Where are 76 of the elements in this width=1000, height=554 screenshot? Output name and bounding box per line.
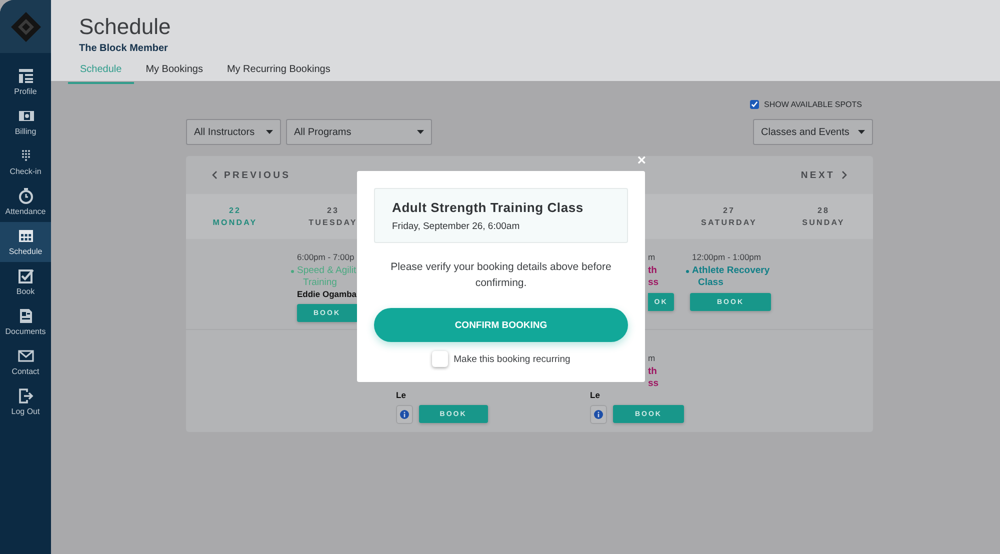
sidebar-label: Book — [16, 287, 35, 296]
sidebar-item[interactable]: Schedule — [0, 222, 51, 262]
envelope-icon — [18, 348, 34, 364]
sidebar-item[interactable]: Contact — [0, 342, 51, 382]
event-title[interactable]: ss — [648, 277, 659, 289]
sidebar-label: Profile — [14, 87, 37, 96]
instructor-name: Le — [590, 390, 600, 401]
class-time: Friday, September 26, 6:00am — [392, 221, 520, 232]
info-icon — [400, 410, 409, 419]
sidebar-item[interactable]: Book — [0, 262, 51, 302]
checkbox-icon — [18, 268, 34, 284]
event-title[interactable]: Class — [698, 277, 724, 289]
caret-icon — [417, 130, 424, 134]
logo-icon — [10, 10, 42, 42]
page-title: Schedule — [79, 14, 171, 40]
info-button[interactable] — [590, 405, 607, 424]
confirm-booking-button[interactable]: CONFIRM BOOKING — [374, 308, 628, 342]
checkbox[interactable] — [432, 351, 448, 367]
caret-icon — [858, 130, 865, 134]
sidebar-item[interactable]: Check-in — [0, 142, 51, 182]
instructor-name: Eddie Ogamba — [297, 289, 357, 300]
day-name: SATURDAY — [701, 218, 757, 227]
day-name: MONDAY — [212, 218, 258, 227]
sidebar-label: Attendance — [5, 207, 46, 216]
dropdown[interactable]: All Programs — [286, 119, 432, 145]
caret-icon — [266, 130, 273, 134]
day-date: 28 — [817, 206, 830, 215]
dropdown[interactable]: All Instructors — [186, 119, 281, 145]
dropdown[interactable]: Classes and Events — [753, 119, 873, 145]
sidebar-label: Documents — [5, 327, 46, 336]
check-icon — [751, 100, 758, 108]
sidebar-item[interactable]: Profile — [0, 62, 51, 102]
calendar-icon — [18, 228, 34, 244]
tab[interactable]: Schedule — [68, 59, 134, 84]
day-date: 27 — [722, 206, 736, 215]
checkbox-label: Make this booking recurring — [454, 354, 570, 364]
instructor-name: Le — [396, 390, 406, 401]
event-time: m — [648, 352, 656, 364]
sidebar-item[interactable]: Log Out — [0, 382, 51, 422]
chevron-right-icon — [842, 171, 847, 179]
chevron-left-icon — [212, 171, 217, 179]
event-title[interactable]: th — [648, 265, 657, 277]
sidebar-label: Check-in — [10, 167, 42, 176]
day-date: 23 — [326, 206, 340, 215]
sidebar-item[interactable]: Attendance — [0, 182, 51, 222]
stopwatch-icon — [18, 188, 34, 204]
tab[interactable]: My Bookings — [134, 59, 215, 84]
checkbox[interactable] — [750, 100, 760, 108]
next-button[interactable]: NEXT — [800, 170, 847, 180]
sidebar-label: Contact — [12, 367, 40, 376]
event-title[interactable]: Athlete Recovery — [692, 265, 770, 277]
previous-button[interactable]: PREVIOUS — [212, 170, 291, 180]
sidebar-label: Billing — [14, 127, 36, 136]
logout-icon — [18, 388, 34, 404]
day-date: 22 — [228, 206, 242, 215]
tab[interactable]: My Recurring Bookings — [214, 59, 342, 84]
day-name: SUNDAY — [802, 218, 845, 227]
class-title: Adult Strength Training Class — [392, 200, 584, 215]
sidebar-label: Schedule — [8, 247, 42, 256]
banknote-icon — [18, 108, 34, 124]
event-title[interactable]: th — [648, 366, 657, 378]
event-time: m — [648, 251, 656, 263]
page-subtitle: The Block Member — [79, 43, 168, 54]
confirmation-message: Please verify your booking details above before confirming. — [390, 260, 612, 291]
info-button[interactable] — [396, 405, 413, 424]
sidebar-item[interactable]: Documents — [0, 302, 51, 342]
info-icon — [594, 410, 603, 419]
event-time: 6:00pm - 7:00p — [297, 251, 354, 263]
sidebar-label: Log Out — [11, 407, 40, 416]
event-time: 12:00pm - 1:00pm — [692, 251, 761, 263]
checkbox-label: SHOW AVAILABLE SPOTS — [764, 100, 862, 108]
event-title[interactable]: ss — [648, 378, 659, 390]
sidebar-item[interactable]: Billing — [0, 102, 51, 142]
day-name: TUESDAY — [308, 218, 358, 227]
layout-icon — [18, 68, 34, 84]
document-icon — [18, 308, 34, 324]
